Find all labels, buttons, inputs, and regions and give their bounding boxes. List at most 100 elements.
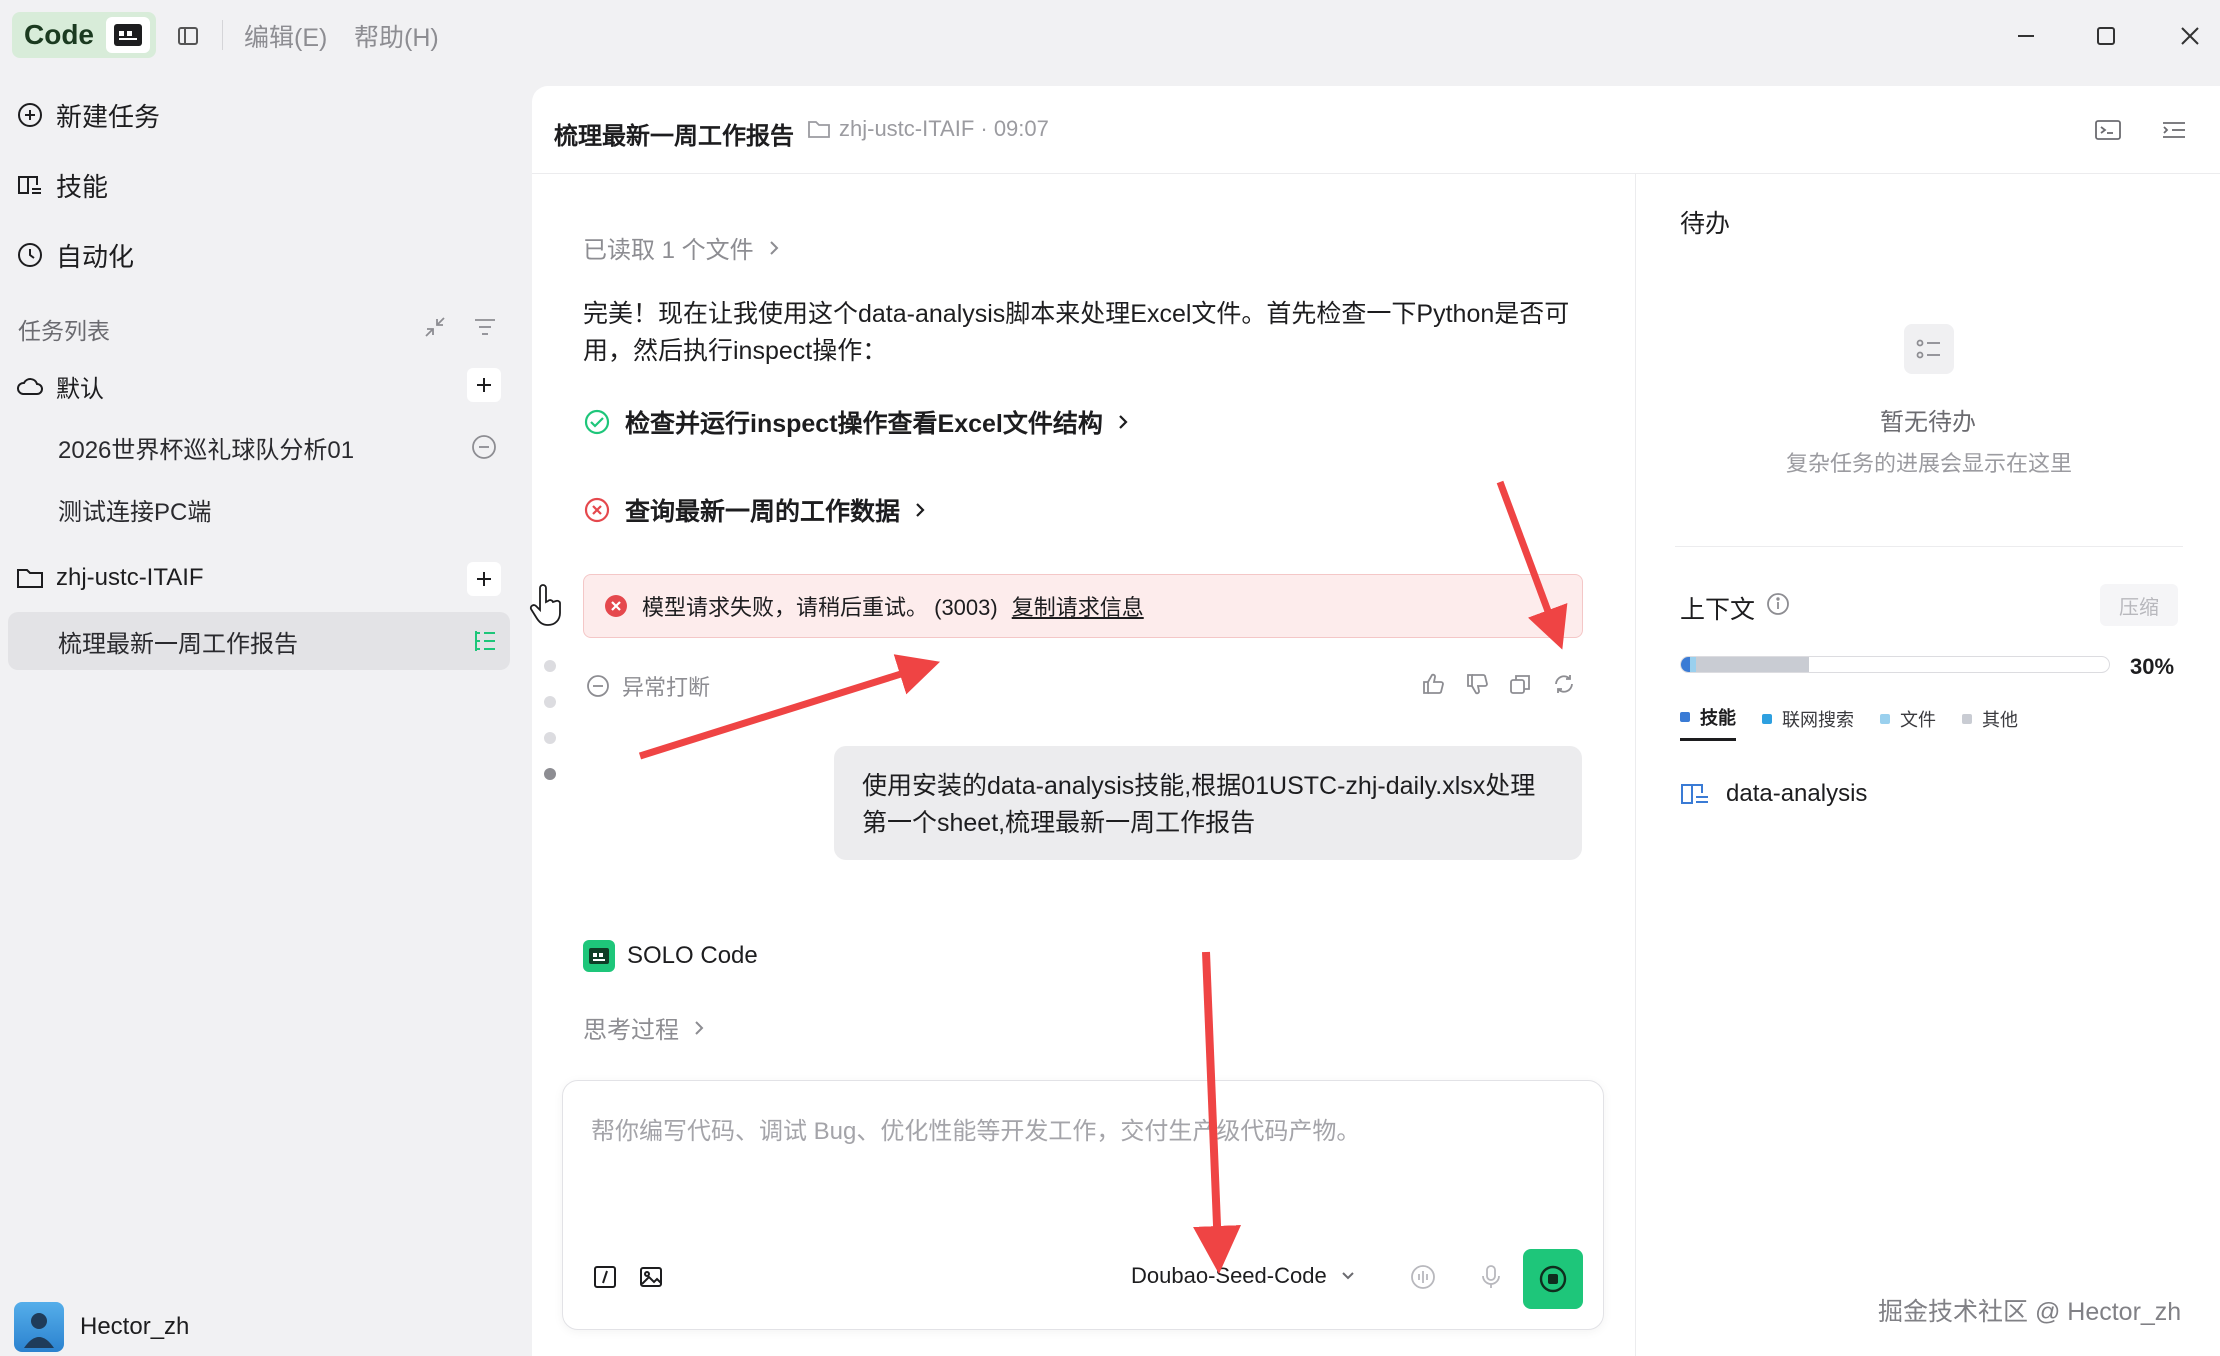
legend-swatch: [1962, 713, 1972, 724]
task-item-label: 测试连接PC端: [58, 498, 212, 526]
read-files-toggle[interactable]: 已读取 1 个文件: [583, 230, 780, 265]
info-icon[interactable]: [1766, 592, 1790, 616]
legend-label: 技能: [1700, 708, 1736, 728]
task-tree-icon: [468, 624, 502, 658]
nav-new-task-label: 新建任务: [56, 101, 161, 132]
legend-swatch: [1680, 712, 1690, 722]
user-message: 使用安装的data-analysis技能,根据01USTC-zhj-daily.…: [834, 746, 1582, 860]
maximize-button[interactable]: [2080, 14, 2132, 58]
composer: Doubao-Seed-Code: [562, 1080, 1604, 1330]
slash-command-icon[interactable]: [585, 1257, 625, 1297]
cloud-icon: [16, 374, 44, 398]
solo-logo-icon: [583, 940, 615, 972]
thumbs-down-icon[interactable]: [1460, 667, 1494, 701]
group-project-label: zhj-ustc-ITAIF: [56, 564, 204, 591]
agent-header: SOLO Code: [583, 940, 758, 972]
message-nav-dot[interactable]: [544, 696, 556, 708]
title-bar: Code 编辑(E) 帮助(H): [0, 0, 2220, 72]
copy-icon[interactable]: [1503, 667, 1537, 701]
group-default[interactable]: 默认: [16, 364, 104, 408]
legend-tab-other[interactable]: 其他: [1962, 704, 2018, 741]
panel-toggle-icon[interactable]: [2156, 112, 2192, 148]
nav-skills[interactable]: 技能: [16, 160, 108, 210]
terminal-icon[interactable]: [2090, 112, 2126, 148]
message-nav-dot[interactable]: [544, 660, 556, 672]
check-circle-icon: [583, 408, 611, 436]
menu-help[interactable]: 帮助(H): [354, 18, 439, 54]
filter-icon[interactable]: [468, 310, 502, 344]
read-files-text: 已读取 1 个文件: [583, 237, 754, 264]
compress-button[interactable]: 压缩: [2100, 584, 2178, 626]
x-circle-icon: [583, 496, 611, 524]
thinking-label: 思考过程: [583, 1017, 679, 1044]
step-success[interactable]: 检查并运行inspect操作查看Excel文件结构: [583, 404, 1129, 440]
skill-item[interactable]: data-analysis: [1680, 780, 1867, 808]
legend-tab-files[interactable]: 文件: [1880, 704, 1936, 741]
error-banner: 模型请求失败，请稍后重试。 (3003) 复制请求信息: [583, 574, 1583, 638]
menu-edit[interactable]: 编辑(E): [244, 18, 327, 54]
legend-tab-web-search[interactable]: 联网搜索: [1762, 704, 1854, 741]
todo-list-icon: [1904, 324, 1954, 374]
retry-icon[interactable]: [1547, 667, 1581, 701]
group-default-label: 默认: [56, 375, 104, 403]
minus-circle-icon[interactable]: [467, 430, 501, 464]
skills-book-icon: [1680, 781, 1710, 807]
microphone-icon[interactable]: [1471, 1257, 1511, 1297]
folder-meta: zhj-ustc-ITAIF · 09:07: [807, 116, 1049, 142]
chevron-right-icon: [1117, 413, 1129, 431]
context-usage-bar: [1680, 656, 2110, 673]
message-nav-dot-active[interactable]: [544, 768, 556, 780]
message-nav-dot[interactable]: [544, 732, 556, 744]
task-list-title: 任务列表: [18, 318, 110, 344]
todo-title: 待办: [1680, 210, 1731, 238]
add-task-default-button[interactable]: [467, 368, 501, 402]
skill-name: data-analysis: [1726, 780, 1868, 807]
skills-book-icon: [16, 171, 44, 199]
todo-empty-desc: 复杂任务的进展会显示在这里: [1786, 451, 2073, 476]
thinking-toggle[interactable]: 思考过程: [583, 1010, 705, 1045]
conversation-header: 梳理最新一周工作报告 zhj-ustc-ITAIF · 09:07: [532, 86, 2220, 174]
add-task-project-button[interactable]: [467, 562, 501, 596]
group-project[interactable]: zhj-ustc-ITAIF: [16, 556, 204, 600]
chevron-right-icon: [768, 240, 780, 256]
nav-automation-label: 自动化: [56, 241, 135, 272]
task-item[interactable]: 测试连接PC端: [8, 480, 510, 538]
stop-generation-button[interactable]: [1523, 1249, 1583, 1309]
titlebar-divider: [222, 20, 223, 50]
voice-wave-icon[interactable]: [1143, 1257, 1183, 1297]
new-task-icon: [16, 101, 44, 129]
interrupted-status: 异常打断: [586, 670, 710, 702]
user-profile[interactable]: Hector_zh: [14, 1302, 189, 1352]
context-usage-fill: [1681, 657, 1810, 672]
nav-new-task[interactable]: 新建任务: [16, 90, 160, 140]
legend-label: 联网搜索: [1782, 709, 1854, 730]
copy-request-info-link[interactable]: 复制请求信息: [1012, 590, 1144, 622]
panel-divider: [1675, 546, 2183, 547]
chevron-right-icon: [693, 1020, 705, 1036]
step-failed[interactable]: 查询最新一周的工作数据: [583, 492, 926, 528]
close-window-button[interactable]: [2164, 14, 2216, 58]
legend-label: 文件: [1900, 709, 1936, 730]
nav-automation[interactable]: 自动化: [16, 230, 134, 280]
context-skills-fill: [1681, 657, 1690, 672]
voice-chat-icon[interactable]: [1403, 1257, 1443, 1297]
legend-label: 其他: [1982, 709, 2018, 730]
error-icon: [604, 594, 628, 618]
nav-skills-label: 技能: [56, 171, 109, 202]
sidebar-toggle-icon[interactable]: [172, 20, 204, 52]
task-item-active[interactable]: 梳理最新一周工作报告: [8, 612, 510, 670]
hand-cursor-icon: [529, 584, 561, 626]
task-item[interactable]: 2026世界杯巡礼球队分析01: [8, 418, 510, 476]
legend-swatch: [1762, 713, 1772, 724]
minus-circle-icon: [586, 674, 610, 698]
chevron-right-icon: [914, 501, 926, 519]
message-input[interactable]: [591, 1111, 1571, 1191]
legend-tab-skills[interactable]: 技能: [1680, 704, 1736, 741]
thumbs-up-icon[interactable]: [1416, 667, 1450, 701]
minimize-button[interactable]: [2000, 14, 2052, 58]
image-icon[interactable]: [631, 1257, 671, 1297]
context-legend: 技能 联网搜索 文件 其他: [1680, 704, 2018, 741]
chevron-down-icon: [1341, 1271, 1355, 1281]
collapse-icon[interactable]: [418, 310, 452, 344]
error-text: 模型请求失败，请稍后重试。 (3003): [642, 595, 998, 620]
